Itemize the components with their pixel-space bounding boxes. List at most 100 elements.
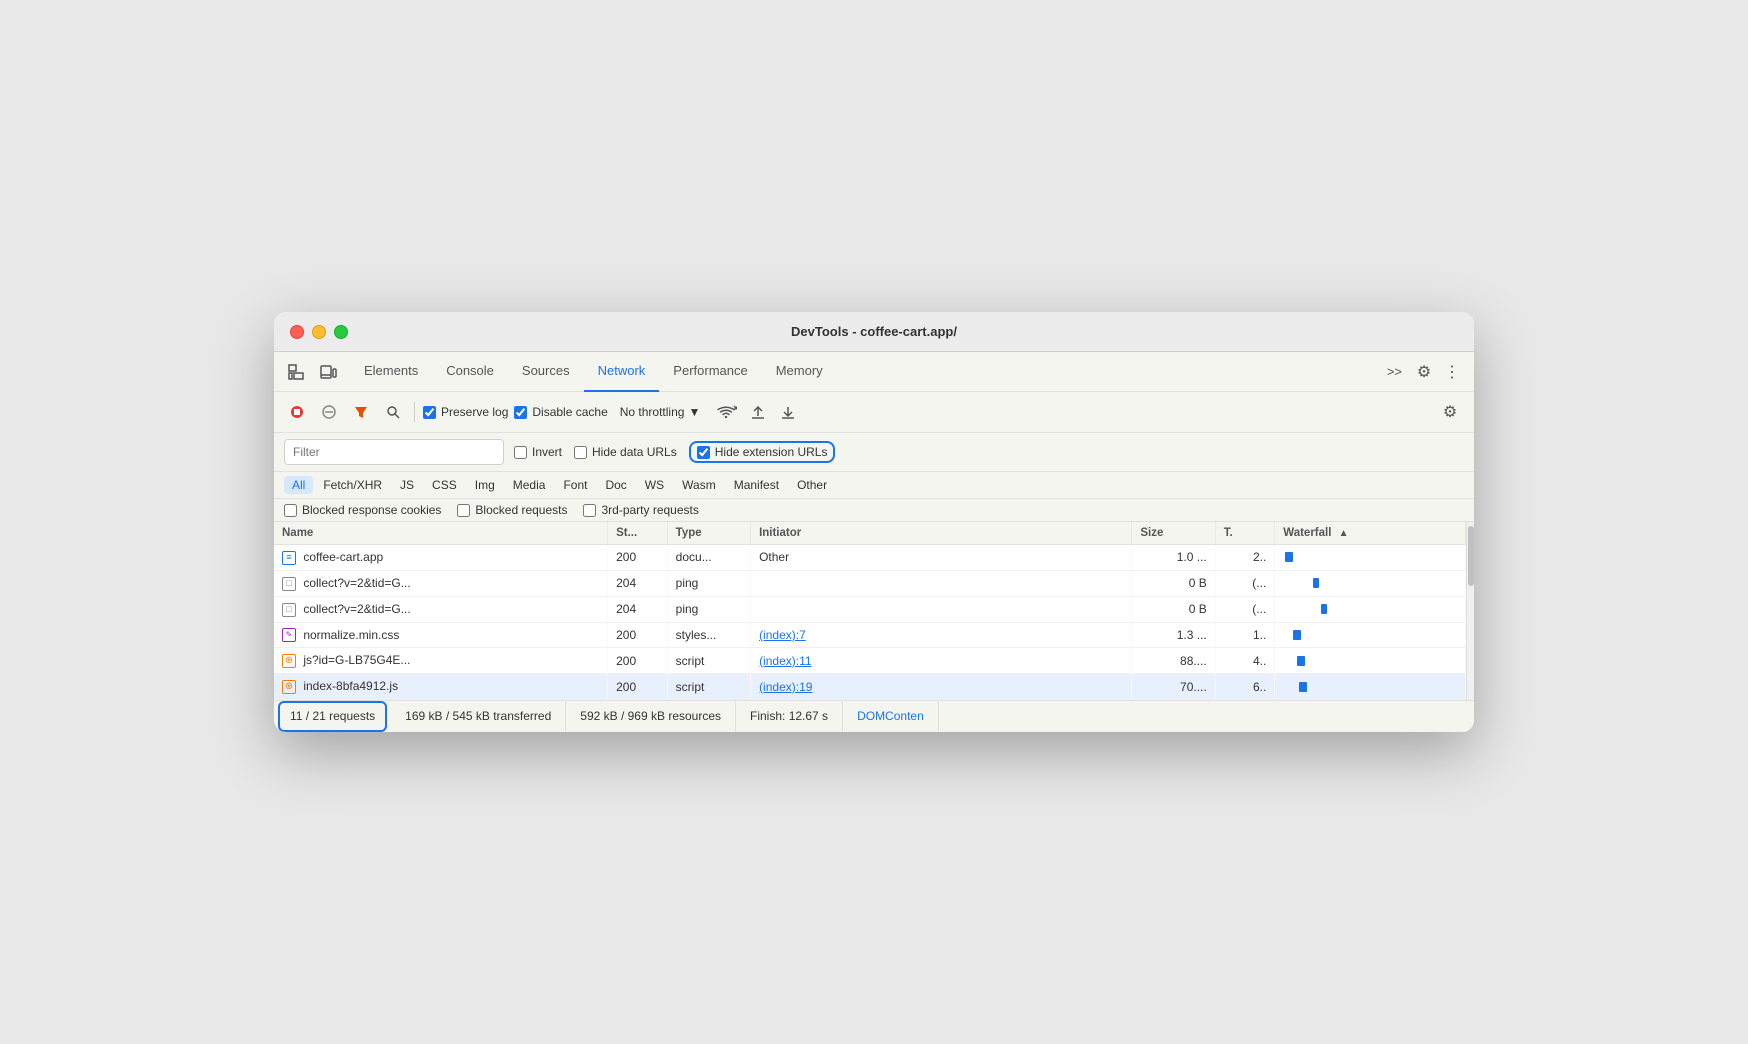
invert-input[interactable] [514,446,527,459]
row-initiator [751,596,1132,622]
search-icon[interactable] [380,399,406,425]
blocked-cookies-checkbox[interactable]: Blocked response cookies [284,503,441,517]
table-row[interactable]: □ collect?v=2&tid=G... 204 ping 0 B (... [274,570,1466,596]
type-btn-manifest[interactable]: Manifest [726,476,787,494]
waterfall-sort-icon: ▲ [1339,528,1349,539]
css-icon: ✎ [282,628,296,642]
tab-network[interactable]: Network [584,352,660,392]
row-name: □ collect?v=2&tid=G... [274,570,608,596]
type-btn-css[interactable]: CSS [424,476,465,494]
third-party-checkbox[interactable]: 3rd-party requests [583,503,698,517]
type-btn-doc[interactable]: Doc [597,476,634,494]
preserve-log-input[interactable] [423,406,436,419]
row-size: 70.... [1132,674,1215,700]
type-btn-all[interactable]: All [284,476,313,494]
hide-data-urls-input[interactable] [574,446,587,459]
throttle-arrow-icon: ▼ [688,405,700,419]
table-row[interactable]: ⊕ index-8bfa4912.js 200 script (index):1… [274,674,1466,700]
row-initiator[interactable]: (index):7 [751,622,1132,648]
blocked-requests-checkbox[interactable]: Blocked requests [457,503,567,517]
disable-cache-input[interactable] [514,406,527,419]
kebab-menu-icon[interactable]: ⋮ [1438,358,1466,386]
row-type: script [667,674,750,700]
row-status: 200 [608,674,668,700]
col-header-size[interactable]: Size [1132,522,1215,545]
type-btn-fetch[interactable]: Fetch/XHR [315,476,390,494]
type-btn-font[interactable]: Font [555,476,595,494]
hide-extension-urls-input[interactable] [697,446,710,459]
type-btn-wasm[interactable]: Wasm [674,476,724,494]
table-row[interactable]: ⊕ js?id=G-LB75G4E... 200 script (index):… [274,648,1466,674]
inspect-icon[interactable] [282,358,310,386]
row-type: ping [667,570,750,596]
third-party-input[interactable] [583,504,596,517]
tab-elements[interactable]: Elements [350,352,432,392]
col-header-status[interactable]: St... [608,522,668,545]
row-size: 0 B [1132,596,1215,622]
row-size: 1.0 ... [1132,545,1215,571]
col-header-waterfall[interactable]: Waterfall ▲ [1275,522,1466,545]
row-time: 1.. [1215,622,1275,648]
close-button[interactable] [290,325,304,339]
tab-sources[interactable]: Sources [508,352,584,392]
settings-icon[interactable]: ⚙ [1410,358,1438,386]
table-row[interactable]: ≡ coffee-cart.app 200 docu... Other 1.0 … [274,545,1466,571]
row-initiator: Other [751,545,1132,571]
table-row[interactable]: ✎ normalize.min.css 200 styles... (index… [274,622,1466,648]
row-waterfall [1275,648,1466,674]
type-btn-ws[interactable]: WS [637,476,672,494]
filter-icon[interactable] [348,399,374,425]
col-header-initiator[interactable]: Initiator [751,522,1132,545]
initiator-link[interactable]: (index):7 [759,628,806,642]
invert-checkbox[interactable]: Invert [514,445,562,459]
row-name: ⊕ index-8bfa4912.js [274,674,608,700]
row-type: styles... [667,622,750,648]
blocked-requests-input[interactable] [457,504,470,517]
type-btn-media[interactable]: Media [505,476,554,494]
initiator-link[interactable]: (index):19 [759,680,812,694]
col-header-time[interactable]: T. [1215,522,1275,545]
stop-recording-button[interactable] [284,399,310,425]
type-btn-other[interactable]: Other [789,476,835,494]
row-waterfall [1275,596,1466,622]
devtools-window: DevTools - coffee-cart.app/ [274,312,1474,732]
device-icon[interactable] [314,358,342,386]
col-header-type[interactable]: Type [667,522,750,545]
js-icon: ⊕ [282,654,296,668]
preserve-log-checkbox[interactable]: Preserve log [423,405,508,419]
wifi-icon[interactable] [712,398,740,426]
tab-more-button[interactable]: >> [1379,364,1410,379]
initiator-link[interactable]: (index):11 [759,654,811,668]
row-initiator[interactable]: (index):19 [751,674,1132,700]
row-time: 4.. [1215,648,1275,674]
disable-cache-checkbox[interactable]: Disable cache [514,405,607,419]
scrollbar-thumb[interactable] [1468,526,1474,586]
maximize-button[interactable] [334,325,348,339]
network-table: Name St... Type Initiator Size T. Waterf… [274,522,1466,700]
network-settings-icon[interactable]: ⚙ [1436,398,1464,426]
network-table-scroll[interactable]: Name St... Type Initiator Size T. Waterf… [274,522,1466,700]
type-filter-bar: All Fetch/XHR JS CSS Img Media Font Doc … [274,472,1474,499]
table-header-row: Name St... Type Initiator Size T. Waterf… [274,522,1466,545]
tab-performance[interactable]: Performance [659,352,761,392]
table-row[interactable]: □ collect?v=2&tid=G... 204 ping 0 B (... [274,596,1466,622]
tab-console[interactable]: Console [432,352,508,392]
minimize-button[interactable] [312,325,326,339]
col-header-name[interactable]: Name [274,522,608,545]
scrollbar[interactable] [1466,522,1474,700]
type-btn-js[interactable]: JS [392,476,422,494]
hide-extension-urls-checkbox[interactable]: Hide extension URLs [697,445,828,459]
hide-data-urls-checkbox[interactable]: Hide data URLs [574,445,677,459]
hide-extension-urls-highlighted: Hide extension URLs [689,441,836,463]
row-initiator[interactable]: (index):11 [751,648,1132,674]
type-btn-img[interactable]: Img [467,476,503,494]
devtools-body: Elements Console Sources Network Perform… [274,352,1474,732]
upload-icon[interactable] [746,400,770,424]
throttle-selector[interactable]: No throttling ▼ [614,403,707,421]
tab-memory[interactable]: Memory [762,352,837,392]
blocked-cookies-input[interactable] [284,504,297,517]
row-name: ⊕ js?id=G-LB75G4E... [274,648,608,674]
filter-input[interactable] [284,439,504,465]
download-icon[interactable] [776,400,800,424]
clear-button[interactable] [316,399,342,425]
